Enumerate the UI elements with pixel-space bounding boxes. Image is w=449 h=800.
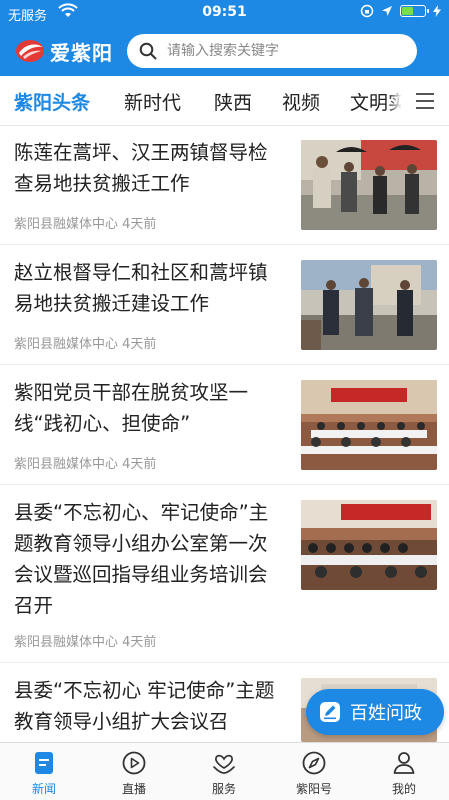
- nav-profile[interactable]: 我的: [369, 749, 439, 797]
- search-box[interactable]: [127, 34, 417, 68]
- nav-service[interactable]: 服务: [189, 749, 259, 797]
- bottom-nav: 新闻 直播 服务 紫阳号 我的: [0, 742, 449, 800]
- lock-rotation-icon: [360, 4, 374, 18]
- app-header: 爱紫阳: [0, 26, 449, 76]
- citizen-inquiry-button[interactable]: 百姓问政: [306, 689, 444, 735]
- tab-new-era[interactable]: 新时代: [124, 88, 181, 115]
- charging-icon: [433, 5, 441, 17]
- live-icon: [122, 751, 146, 775]
- nav-news-label: 新闻: [31, 782, 56, 796]
- news-icon: [35, 752, 53, 774]
- logo-text: 爱紫阳: [50, 40, 113, 65]
- news-thumbnail: [301, 380, 437, 470]
- news-source: 紫阳县融媒体中心 4天前: [14, 217, 157, 232]
- compass-icon: [302, 751, 326, 775]
- news-thumbnail: [301, 260, 437, 350]
- news-title: 县委“不忘初心、牢记使命”主题教育领导小组办公室第一次会议暨巡回指导组业务培训会…: [14, 501, 269, 617]
- nav-ziyang-account[interactable]: 紫阳号: [279, 749, 349, 797]
- search-input[interactable]: [167, 43, 397, 59]
- news-title: 紫阳党员干部在脱贫攻坚一线“践初心、担使命”: [14, 381, 249, 435]
- nav-news[interactable]: 新闻: [9, 749, 79, 797]
- app-logo[interactable]: 爱紫阳: [14, 33, 113, 69]
- news-item[interactable]: 县委“不忘初心、牢记使命”主题教育领导小组办公室第一次会议暨巡回指导组业务培训会…: [0, 485, 449, 663]
- battery-icon: [400, 5, 429, 17]
- tab-shaanxi[interactable]: 陕西: [214, 88, 252, 115]
- edit-chat-icon: [320, 702, 340, 722]
- location-icon: [382, 6, 392, 16]
- news-item[interactable]: 紫阳党员干部在脱贫攻坚一线“践初心、担使命” 紫阳县融媒体中心 4天前: [0, 365, 449, 485]
- nav-live-label: 直播: [121, 782, 146, 796]
- status-right-icons: [360, 4, 441, 18]
- category-tabs: 紫阳头条 新时代 陕西 视频 文明实: [0, 76, 449, 126]
- nav-service-label: 服务: [211, 782, 236, 796]
- news-source: 紫阳县融媒体中心 4天前: [14, 457, 157, 472]
- nav-live[interactable]: 直播: [99, 749, 169, 797]
- nav-ziyang-account-label: 紫阳号: [295, 782, 332, 796]
- news-thumbnail: [301, 140, 437, 230]
- news-source: 紫阳县融媒体中心 4天前: [14, 337, 157, 352]
- tab-civilization[interactable]: 文明实: [350, 88, 407, 115]
- citizen-inquiry-label: 百姓问政: [350, 703, 422, 724]
- menu-icon: [416, 92, 434, 109]
- news-title: 赵立根督导仁和社区和蒿坪镇易地扶贫搬迁建设工作: [14, 261, 268, 315]
- news-source: 紫阳县融媒体中心 4天前: [14, 635, 157, 650]
- news-thumbnail: [301, 500, 437, 590]
- status-bar: 无服务 09:51: [0, 0, 449, 26]
- nav-profile-label: 我的: [391, 782, 416, 796]
- tab-menu-button[interactable]: [401, 76, 449, 125]
- news-item[interactable]: 赵立根督导仁和社区和蒿坪镇易地扶贫搬迁建设工作 紫阳县融媒体中心 4天前: [0, 245, 449, 365]
- news-title: 陈莲在蒿坪、汉王两镇督导检查易地扶贫搬迁工作: [14, 141, 268, 195]
- tab-headlines[interactable]: 紫阳头条: [14, 88, 90, 115]
- tab-video[interactable]: 视频: [282, 88, 320, 115]
- news-item[interactable]: 陈莲在蒿坪、汉王两镇督导检查易地扶贫搬迁工作 紫阳县融媒体中心 4天前: [0, 127, 449, 245]
- profile-icon: [393, 752, 415, 774]
- search-icon: [139, 42, 157, 60]
- news-title: 县委“不忘初心 牢记使命”主题教育领导小组扩大会议召: [14, 679, 275, 733]
- service-icon: [213, 754, 235, 774]
- logo-mark-icon: [16, 40, 44, 62]
